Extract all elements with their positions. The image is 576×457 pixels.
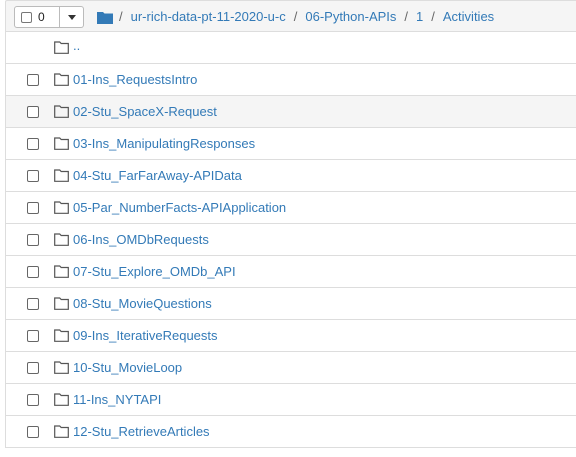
list-item[interactable]: 10-Stu_MovieLoop [5, 352, 576, 384]
item-name-link[interactable]: 10-Stu_MovieLoop [73, 360, 182, 375]
item-checkbox[interactable] [27, 106, 39, 118]
list-item[interactable]: 04-Stu_FarFarAway-APIData [5, 160, 576, 192]
breadcrumb-item[interactable]: 1 [416, 9, 423, 24]
folder-icon [54, 425, 69, 438]
folder-icon [54, 41, 69, 54]
item-name-link[interactable]: 06-Ins_OMDbRequests [73, 232, 209, 247]
breadcrumb-item[interactable]: Activities [443, 9, 494, 24]
list-item[interactable]: 11-Ins_NYTAPI [5, 384, 576, 416]
folder-icon [54, 105, 69, 118]
item-checkbox[interactable] [27, 330, 39, 342]
item-checkbox[interactable] [27, 426, 39, 438]
list-item[interactable]: 09-Ins_IterativeRequests [5, 320, 576, 352]
item-name-link[interactable]: 09-Ins_IterativeRequests [73, 328, 218, 343]
item-checkbox[interactable] [27, 234, 39, 246]
folder-icon [54, 393, 69, 406]
item-name-link[interactable]: 08-Stu_MovieQuestions [73, 296, 212, 311]
folder-icon [54, 137, 69, 150]
folder-home-icon[interactable] [97, 10, 113, 24]
list-item[interactable]: 12-Stu_RetrieveArticles [5, 416, 576, 448]
select-all-group[interactable]: 0 [14, 6, 84, 28]
item-name-link[interactable]: 03-Ins_ManipulatingResponses [73, 136, 255, 151]
breadcrumb-item[interactable]: ur-rich-data-pt-11-2020-u-c [131, 9, 286, 24]
item-name-link[interactable]: 04-Stu_FarFarAway-APIData [73, 168, 242, 183]
folder-icon [54, 361, 69, 374]
folder-icon [54, 169, 69, 182]
item-checkbox[interactable] [27, 394, 39, 406]
folder-icon [54, 329, 69, 342]
list-item[interactable]: 05-Par_NumberFacts-APIApplication [5, 192, 576, 224]
list-item[interactable]: 03-Ins_ManipulatingResponses [5, 128, 576, 160]
item-name-link[interactable]: 07-Stu_Explore_OMDb_API [73, 264, 236, 279]
breadcrumb-separator: / [404, 9, 409, 24]
folder-icon [54, 233, 69, 246]
list-item[interactable]: 01-Ins_RequestsIntro [5, 64, 576, 96]
item-checkbox[interactable] [27, 202, 39, 214]
list-item[interactable]: 06-Ins_OMDbRequests [5, 224, 576, 256]
breadcrumb-separator: / [431, 9, 435, 24]
caret-down-icon [67, 14, 76, 20]
item-checkbox[interactable] [27, 138, 39, 150]
parent-directory-row[interactable]: .. [5, 32, 576, 64]
item-checkbox[interactable] [27, 266, 39, 278]
item-checkbox[interactable] [27, 170, 39, 182]
parent-directory-link[interactable]: .. [73, 38, 80, 53]
item-name-link[interactable]: 01-Ins_RequestsIntro [73, 72, 197, 87]
select-all-checkbox[interactable]: 0 [14, 6, 60, 28]
item-checkbox[interactable] [27, 74, 39, 86]
item-name-link[interactable]: 02-Stu_SpaceX-Request [73, 104, 217, 119]
file-list: .. 01-Ins_RequestsIntro 02-Stu_SpaceX-Req… [5, 32, 576, 448]
folder-icon [54, 73, 69, 86]
select-dropdown-button[interactable] [60, 6, 84, 28]
breadcrumb-separator: / [293, 9, 298, 24]
folder-icon [54, 201, 69, 214]
list-item[interactable]: 08-Stu_MovieQuestions [5, 288, 576, 320]
list-item[interactable]: 07-Stu_Explore_OMDb_API [5, 256, 576, 288]
folder-icon [54, 297, 69, 310]
file-browser-header: 0 / ur-rich-data-pt-11-2020-u-c / 06-Pyt… [5, 0, 576, 32]
checkbox-icon[interactable] [21, 11, 32, 23]
selected-count: 0 [38, 10, 45, 24]
list-item[interactable]: 02-Stu_SpaceX-Request [5, 96, 576, 128]
breadcrumb: / ur-rich-data-pt-11-2020-u-c / 06-Pytho… [97, 9, 494, 24]
item-name-link[interactable]: 05-Par_NumberFacts-APIApplication [73, 200, 286, 215]
folder-icon [54, 265, 69, 278]
item-checkbox[interactable] [27, 298, 39, 310]
item-name-link[interactable]: 11-Ins_NYTAPI [73, 392, 161, 407]
item-checkbox[interactable] [27, 362, 39, 374]
breadcrumb-item[interactable]: 06-Python-APIs [305, 9, 396, 24]
breadcrumb-separator: / [119, 9, 123, 24]
item-name-link[interactable]: 12-Stu_RetrieveArticles [73, 424, 210, 439]
